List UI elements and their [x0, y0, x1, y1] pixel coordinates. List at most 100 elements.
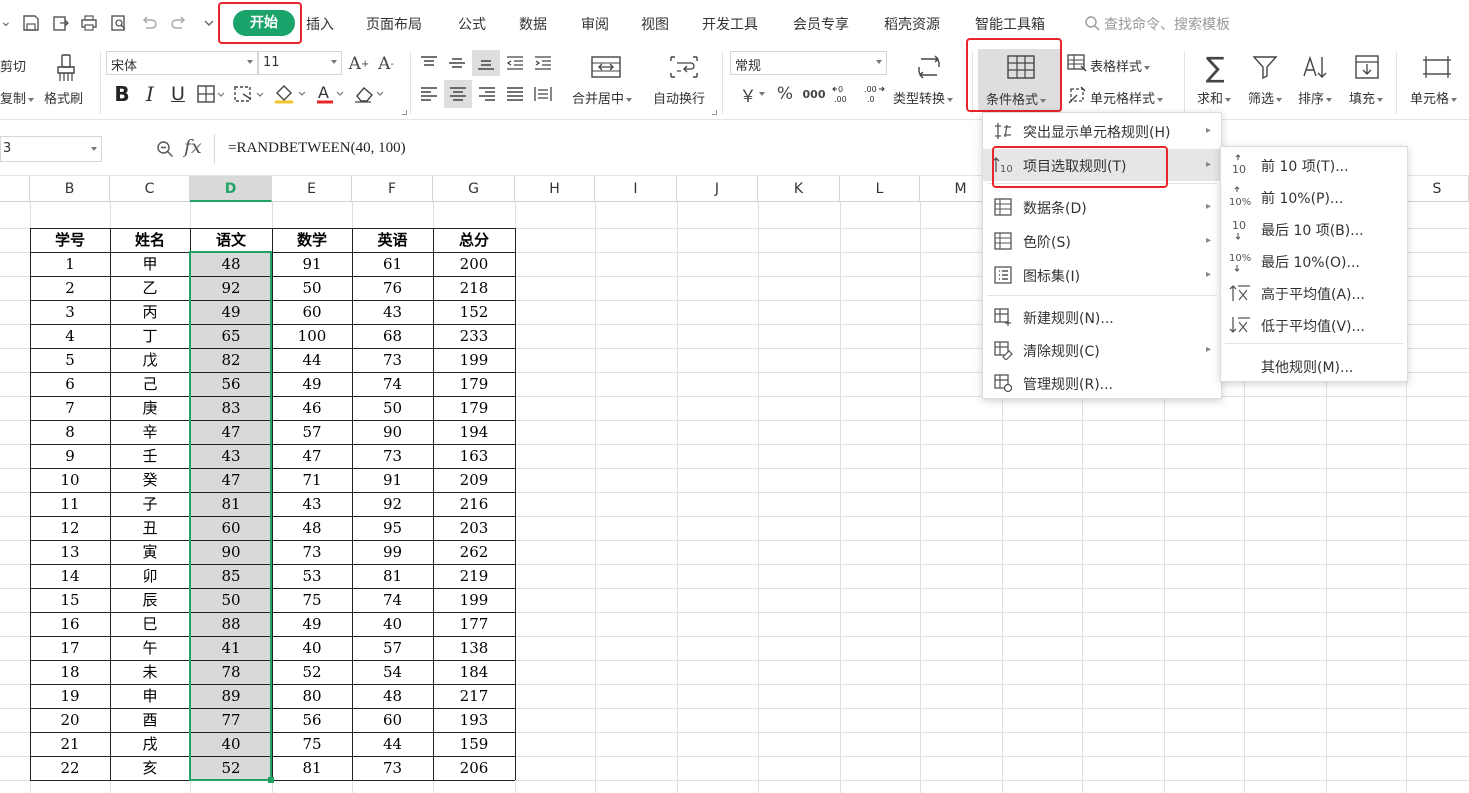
column-header-K[interactable]: K	[758, 176, 840, 202]
column-header-H[interactable]: H	[515, 176, 595, 202]
table-cell[interactable]: 丁	[110, 324, 190, 348]
tab-view[interactable]: 视图	[641, 14, 669, 34]
table-style-button[interactable]: 表格样式	[1090, 56, 1151, 75]
column-header-C[interactable]: C	[110, 176, 190, 202]
submenu-item-0[interactable]: 10 前 10 项(T)...	[1221, 149, 1407, 181]
table-cell[interactable]: 10	[30, 468, 110, 492]
print-preview-icon[interactable]	[108, 11, 130, 35]
submenu-item-5[interactable]: 低于平均值(V)...	[1221, 309, 1407, 341]
copy-button[interactable]: 复制	[0, 88, 35, 107]
table-cell[interactable]: 74	[352, 588, 433, 612]
table-cell[interactable]: 辰	[110, 588, 190, 612]
table-cell[interactable]: 73	[352, 756, 433, 780]
cond-menu-item-6[interactable]: 清除规则(C) ▸	[983, 334, 1221, 366]
font-dialog-launcher[interactable]	[402, 110, 407, 115]
decrease-font-icon[interactable]: A-	[374, 52, 398, 76]
table-cell[interactable]: 9	[30, 444, 110, 468]
distributed-align-icon[interactable]	[532, 82, 554, 106]
tab-formulas[interactable]: 公式	[458, 14, 486, 34]
table-cell[interactable]: 71	[272, 468, 352, 492]
tab-data[interactable]: 数据	[519, 14, 547, 34]
table-cell[interactable]: 44	[352, 732, 433, 756]
table-cell[interactable]: 52	[272, 660, 352, 684]
table-cell[interactable]: 57	[272, 420, 352, 444]
table-cell[interactable]: 22	[30, 756, 110, 780]
alignment-dialog-launcher[interactable]	[712, 110, 717, 115]
table-cell[interactable]: 100	[272, 324, 352, 348]
table-cell[interactable]: 200	[433, 252, 515, 276]
submenu-item-6[interactable]: 其他规则(M)...	[1221, 350, 1407, 382]
table-cell[interactable]: 194	[433, 420, 515, 444]
table-cell[interactable]: 16	[30, 612, 110, 636]
wrap-text-button[interactable]: 自动换行	[653, 88, 705, 107]
align-right-icon[interactable]	[476, 82, 498, 106]
table-cell[interactable]: 91	[352, 468, 433, 492]
bold-icon[interactable]: B	[112, 82, 132, 106]
table-cell[interactable]: 80	[272, 684, 352, 708]
table-cell[interactable]: 53	[272, 564, 352, 588]
table-header-cell[interactable]: 总分	[433, 228, 515, 252]
fill-handle[interactable]	[268, 777, 274, 783]
fill-icon[interactable]	[1352, 52, 1382, 82]
table-cell[interactable]: 49	[272, 612, 352, 636]
table-cell[interactable]: 44	[272, 348, 352, 372]
table-cell[interactable]: 54	[352, 660, 433, 684]
table-cell[interactable]: 15	[30, 588, 110, 612]
clear-format-icon[interactable]	[352, 82, 388, 106]
table-cell[interactable]: 巳	[110, 612, 190, 636]
table-cell[interactable]: 申	[110, 684, 190, 708]
command-search[interactable]: 查找命令、搜索模板	[1104, 14, 1230, 34]
cond-menu-item-4[interactable]: 图标集(I) ▸	[983, 259, 1221, 291]
table-cell[interactable]: 81	[272, 756, 352, 780]
table-cell[interactable]: 184	[433, 660, 515, 684]
table-cell[interactable]: 43	[352, 300, 433, 324]
table-cell[interactable]: 92	[352, 492, 433, 516]
table-cell[interactable]: 75	[272, 588, 352, 612]
export-icon[interactable]	[50, 11, 72, 35]
decrease-decimal-icon[interactable]: .00.0	[860, 82, 888, 106]
table-cell[interactable]: 43	[272, 492, 352, 516]
table-cell[interactable]: 216	[433, 492, 515, 516]
redo-icon[interactable]	[168, 11, 190, 35]
table-cell[interactable]: 21	[30, 732, 110, 756]
table-cell[interactable]: 辛	[110, 420, 190, 444]
currency-icon[interactable]: ￥	[734, 82, 770, 107]
table-cell[interactable]: 73	[352, 348, 433, 372]
save-icon[interactable]	[20, 11, 42, 35]
table-header-cell[interactable]: 学号	[30, 228, 110, 252]
table-cell[interactable]: 己	[110, 372, 190, 396]
table-cell[interactable]: 199	[433, 588, 515, 612]
font-size-select[interactable]: 11	[258, 51, 342, 75]
tab-member[interactable]: 会员专享	[793, 14, 849, 34]
align-middle-icon[interactable]	[446, 51, 468, 75]
table-cell[interactable]: 戊	[110, 348, 190, 372]
sort-button[interactable]: 排序	[1298, 88, 1333, 107]
table-cell[interactable]: 60	[272, 300, 352, 324]
column-header-B[interactable]: B	[30, 176, 110, 202]
table-cell[interactable]: 60	[352, 708, 433, 732]
table-cell[interactable]: 戌	[110, 732, 190, 756]
table-cell[interactable]: 73	[272, 540, 352, 564]
submenu-item-1[interactable]: 10% 前 10%(P)...	[1221, 181, 1407, 213]
decrease-indent-icon[interactable]	[504, 51, 526, 75]
thousands-separator-icon[interactable]: 000	[800, 82, 828, 106]
table-cell[interactable]: 4	[30, 324, 110, 348]
filter-button[interactable]: 筛选	[1248, 88, 1283, 107]
table-cell[interactable]: 61	[352, 252, 433, 276]
zoom-formula-icon[interactable]	[154, 138, 176, 160]
table-cell[interactable]: 庚	[110, 396, 190, 420]
column-header-J[interactable]: J	[677, 176, 758, 202]
column-header-D[interactable]: D	[190, 176, 272, 202]
cell-button[interactable]: 单元格	[1410, 88, 1458, 107]
table-cell[interactable]: 209	[433, 468, 515, 492]
column-header-L[interactable]: L	[840, 176, 920, 202]
type-convert-button[interactable]: 类型转换	[893, 88, 954, 107]
table-cell[interactable]: 46	[272, 396, 352, 420]
table-cell[interactable]: 寅	[110, 540, 190, 564]
table-cell[interactable]: 12	[30, 516, 110, 540]
column-header-F[interactable]: F	[352, 176, 433, 202]
table-cell[interactable]: 2	[30, 276, 110, 300]
table-cell[interactable]: 子	[110, 492, 190, 516]
table-cell[interactable]: 49	[272, 372, 352, 396]
align-top-icon[interactable]	[418, 51, 440, 75]
